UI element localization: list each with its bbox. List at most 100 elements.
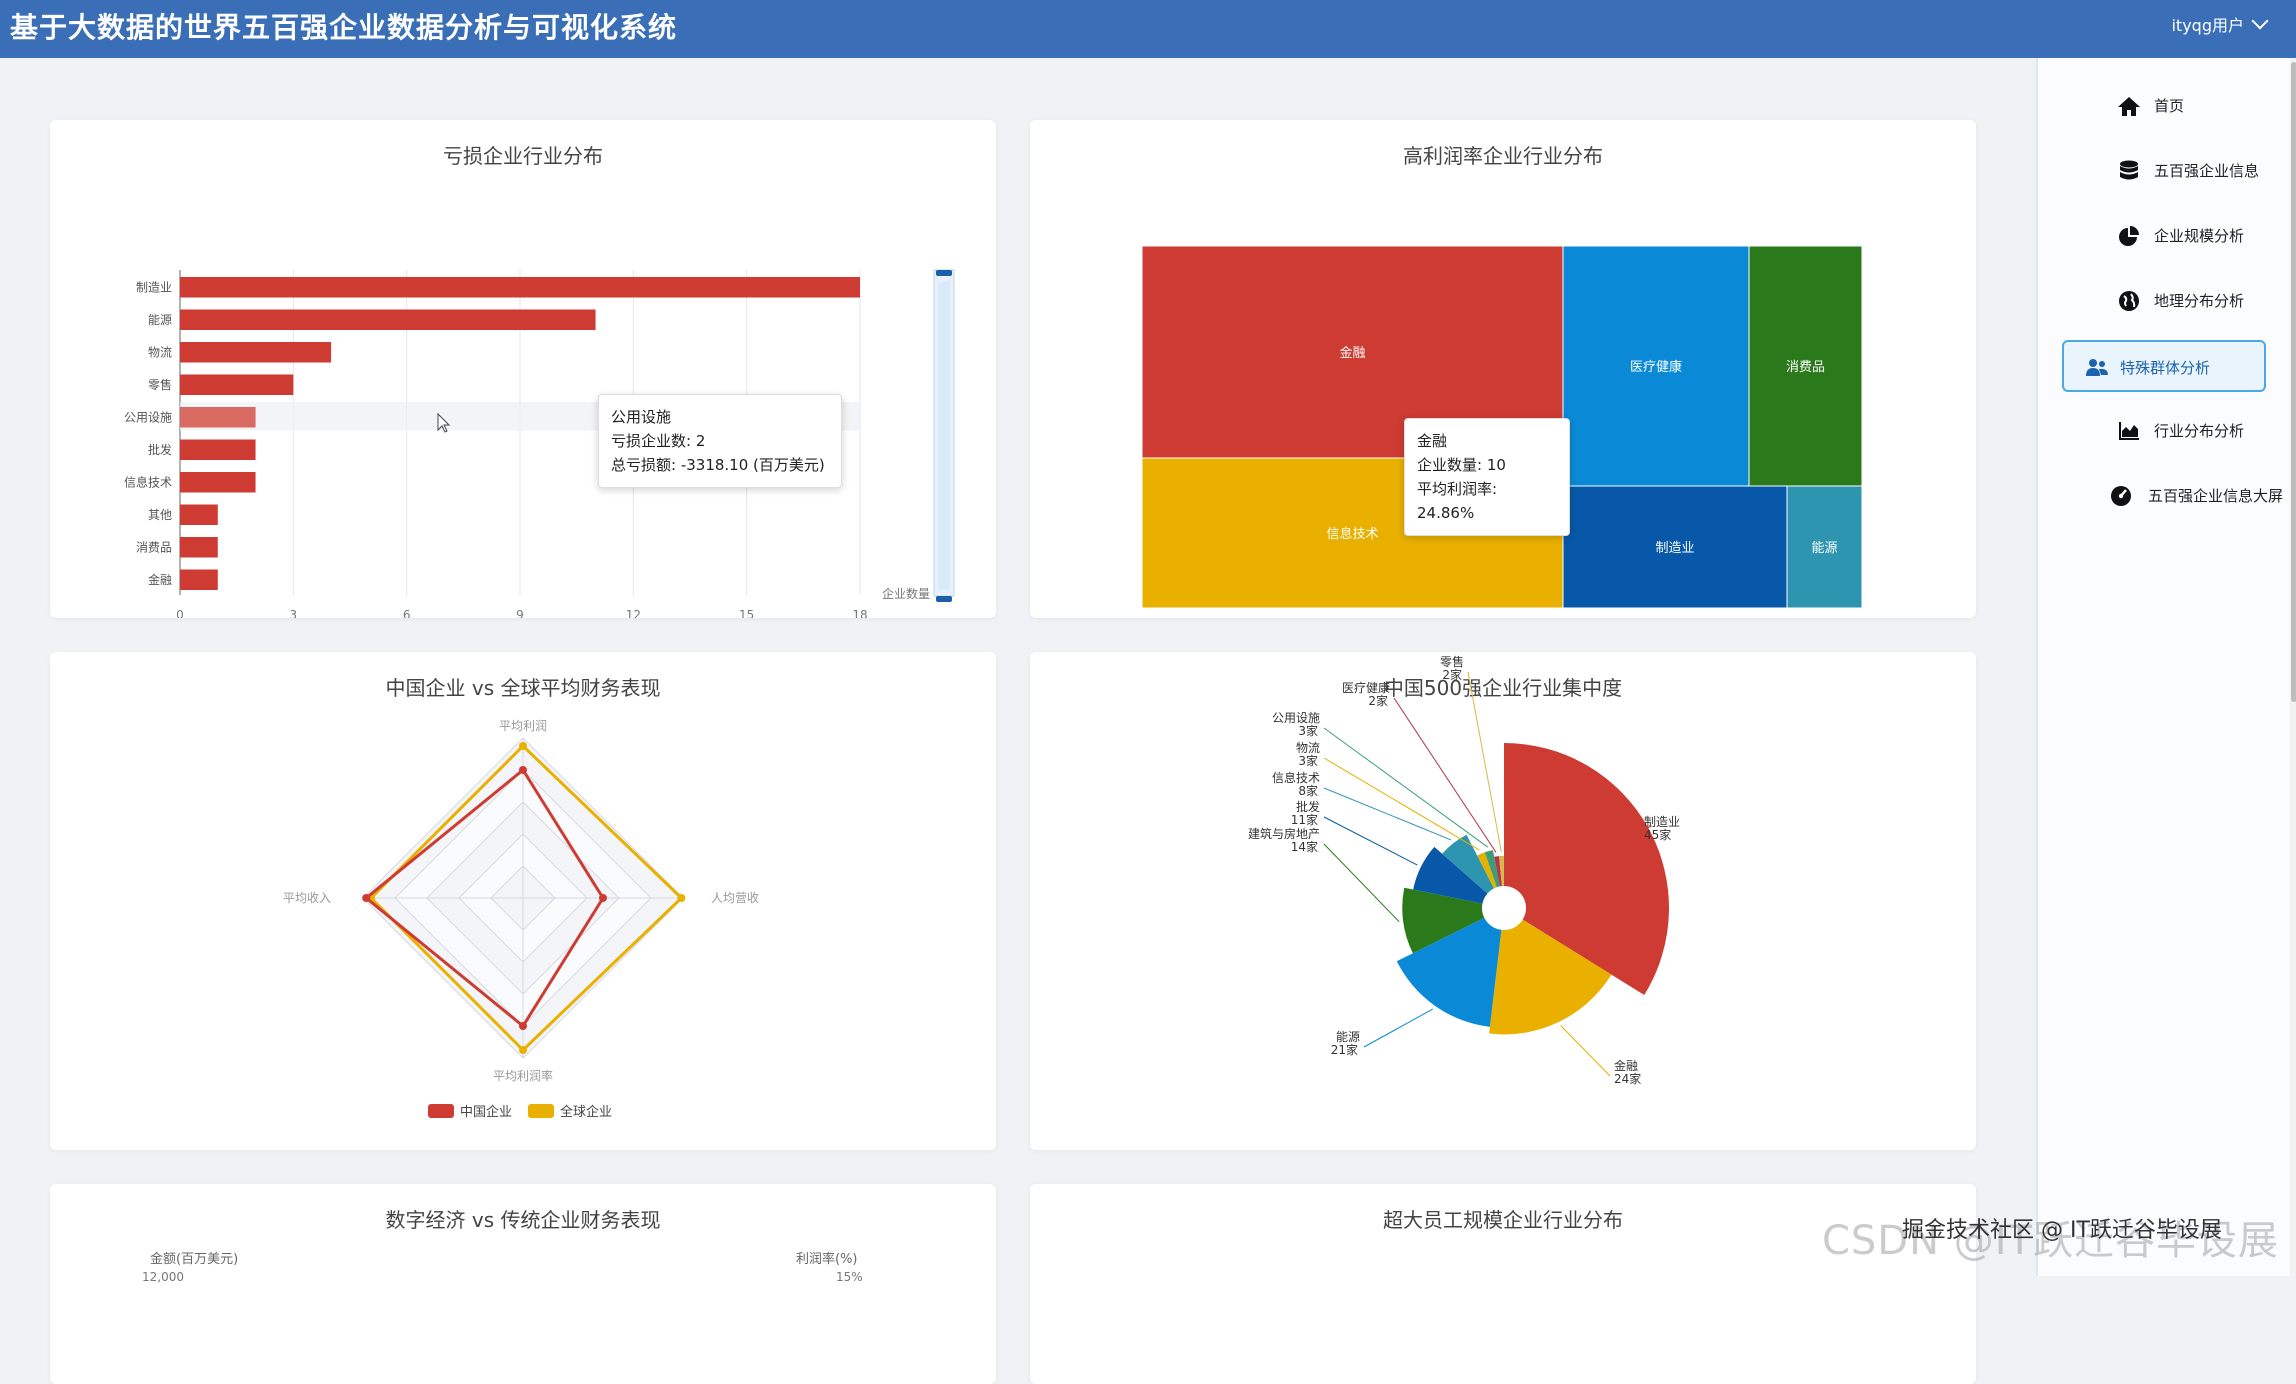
bar-能源[interactable] [180,309,596,331]
sidebar-item-special-groups[interactable]: 特殊群体分析 [2062,340,2266,392]
bar-信息技术[interactable] [180,472,256,493]
x-tick-label: 15 [739,608,754,618]
bar-批发[interactable] [180,439,256,461]
x-tick-label: 12 [626,608,641,618]
treemap-chart[interactable]: 金融医疗健康 消费品信息技术制造业 能源 [1030,120,1976,618]
x-tick-label: 9 [516,608,524,618]
legend-swatch[interactable] [428,1104,454,1118]
rose-label-line [1323,843,1400,923]
rose-label-name: 金融 [1614,1058,1638,1073]
radar-chart[interactable]: 平均利润人均营收平均利润率 平均收入 中国企业 全球企业 [50,652,996,1150]
y-tick-label: 信息技术 [124,474,172,489]
rose-pie-chart[interactable]: 制造业45家金融24家能源21家建筑与房地产14家批发11家信息技术8家物流3家… [1030,652,1976,1150]
rose-label-line [1363,1008,1433,1048]
rose-label-value: 45家 [1644,827,1671,842]
loss-chart-card: 亏损企业行业分布 0 3 6 9 12 15 18 制造业 能源 物流 零售 公用设施 批发 信息技术 其他… [50,120,996,618]
loss-tooltip-amount: 总亏损额: -3318.10 (百万美元) [611,456,825,474]
digital-left-tick: 12,000 [142,1270,184,1284]
loss-tooltip: 公用设施 亏损企业数: 2 总亏损额: -3318.10 (百万美元) [598,394,842,488]
sidebar-item-label: 首页 [2154,97,2185,115]
bar-消费品[interactable] [180,537,218,558]
bar-金融[interactable] [180,569,218,591]
digital-left-axis-name: 金额(百万美元) [150,1252,239,1267]
rose-label-name: 批发 [1296,799,1320,814]
sidebar-item-label: 五百强企业信息大屏 [2148,487,2284,505]
y-tick-label: 公用设施 [124,410,172,424]
sidebar-item-industry-analysis[interactable]: 行业分布分析 [2060,405,2296,457]
rose-label-name: 制造业 [1644,815,1680,829]
x-tick-label: 6 [403,608,411,618]
bar-公用设施[interactable] [180,407,256,428]
rose-card: 中国500强企业行业集中度 制造业 45家 金融 24家 能源 21家 建筑与房地产 14家批… [1030,652,1976,1150]
legend-label[interactable]: 中国企业 [460,1104,512,1120]
y-tick-label: 金融 [148,572,172,587]
sidebar-item-label: 五百强企业信息 [2154,162,2260,180]
radar-point [519,1022,527,1030]
zoom-slider-handle-bottom[interactable] [936,596,952,602]
sidebar-item-scale-analysis[interactable]: 企业规模分析 [2060,210,2296,262]
digital-title: 数字经济 vs 传统企业财务表现 [385,1208,661,1232]
rose-label-value: 3家 [1298,753,1318,768]
sidebar-scrollbar-thumb[interactable] [2291,62,2296,702]
top-bar: 基于大数据的世界五百强企业数据分析与可视化系统 ityqg用户 [0,0,2296,58]
user-name: ityqg用户 [2171,16,2244,35]
legend-swatch[interactable] [528,1104,554,1118]
y-tick-label: 物流 [148,345,172,359]
bar-零售[interactable] [180,374,294,396]
x-tick-label: 0 [176,608,184,618]
loss-axis-name: 企业数量 [882,586,930,601]
sidebar-item-label: 地理分布分析 [2154,292,2245,310]
rose-label-line [1323,757,1480,851]
y-tick-label: 消费品 [136,540,172,554]
radar-point [599,894,607,902]
rose-label-value: 24家 [1614,1071,1641,1086]
sidebar-scrollbar[interactable] [2290,58,2296,1276]
radar-point [677,894,686,902]
sidebar-item-geo-analysis[interactable]: 地理分布分析 [2060,275,2296,327]
rose-label-value: 3家 [1298,723,1318,738]
home-icon [2116,94,2142,118]
bar-物流[interactable] [180,342,332,363]
x-tick-label: 3 [290,608,298,618]
rose-label-name: 物流 [1296,741,1320,755]
digital-right-axis-name: 利润率(%) [796,1252,858,1267]
watermark: 掘金技术社区 @ IT跃迁谷毕设展 [1902,1218,2222,1243]
sidebar-item-label: 行业分布分析 [2154,422,2245,440]
treemap-card: 高利润率企业行业分布 金融 医疗健康 消费品 信息技术 制造业 能源 金融 企业数量: 1… [1030,120,1976,618]
sidebar: 首页 五百强企业信息 企业规模分析 地理分布分析 特殊群体分析 行业分布分析 五… [2036,58,2296,1276]
bar-制造业[interactable] [180,277,860,298]
zoom-slider-shape [938,280,950,590]
bar-其他[interactable] [180,504,218,526]
treemap-cell-label: 信息技术 [1326,526,1378,542]
treemap-cell-label: 制造业 [1655,541,1694,556]
sidebar-item-home[interactable]: 首页 [2060,80,2296,132]
rose-label-name: 建筑与房地产 [1248,826,1320,841]
globe-icon [2116,289,2142,313]
radar-indicator-label: 平均收入 [283,891,331,905]
loss-bar-chart[interactable]: 0 3 6 9 12 15 18 制造业能源物流零售公用设施批发信息技术其他消费品金融 企业数… [50,120,996,618]
radar-point [519,1046,527,1054]
legend-label[interactable]: 全球企业 [560,1104,612,1120]
area-chart-icon [2116,419,2142,443]
radar-point [519,742,527,750]
rose-label-value: 8家 [1298,783,1318,798]
radar-point [362,894,371,902]
sidebar-item-dashboard[interactable]: 五百强企业信息大屏 [2060,470,2296,522]
y-tick-label: 制造业 [136,280,172,294]
treemap-tooltip-count: 企业数量: 10 [1417,456,1506,474]
digital-right-tick: 15% [836,1270,863,1284]
y-tick-label: 零售 [148,377,172,392]
radar-indicator-label: 平均利润 [499,719,547,733]
user-menu[interactable]: ityqg用户 [2171,12,2269,36]
rose-label-name: 零售 [1440,654,1464,669]
zoom-slider-handle-top[interactable] [936,270,952,276]
rose-label-line [1467,671,1502,853]
users-icon [2084,356,2110,380]
rose-label-name: 能源 [1336,1030,1360,1044]
main-content: 亏损企业行业分布 0 3 6 9 12 15 18 制造业 能源 物流 零售 公用设施 批发 信息技术 其他… [0,58,2036,1384]
rose-label-line [1560,1025,1611,1077]
chevron-down-icon [2251,12,2269,30]
treemap-tooltip-name: 金融 [1417,432,1448,450]
rose-label-name: 公用设施 [1272,711,1320,725]
sidebar-item-company-info[interactable]: 五百强企业信息 [2060,145,2296,197]
